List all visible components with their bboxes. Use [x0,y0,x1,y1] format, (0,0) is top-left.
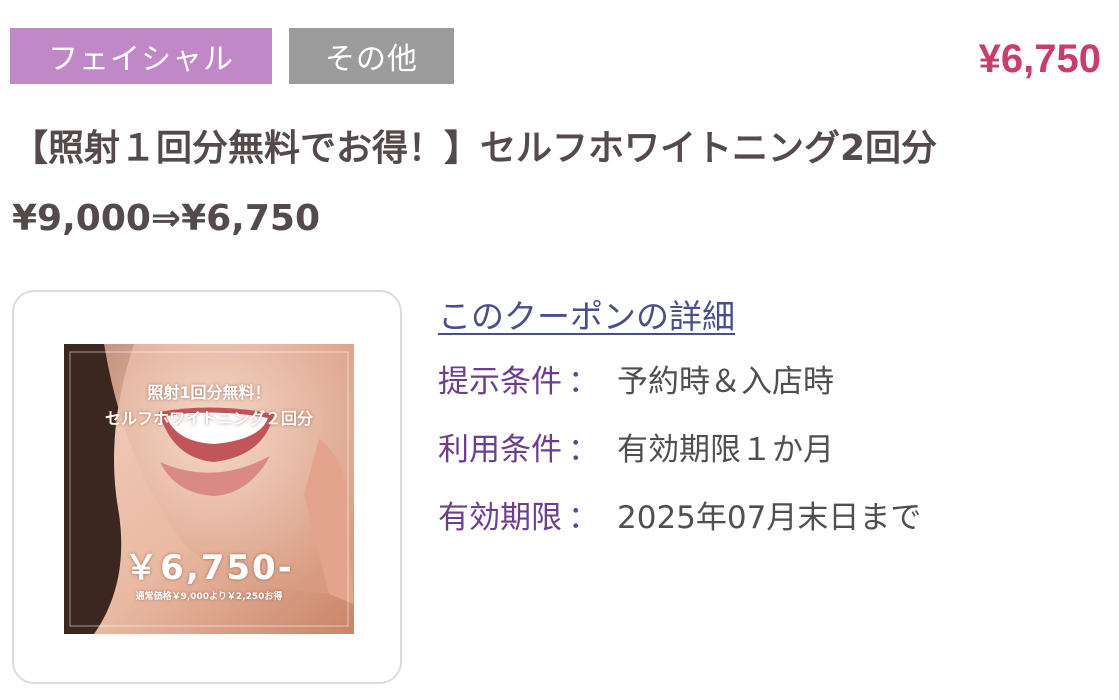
category-tag-other: その他 [289,28,454,84]
coupon-image-price: ￥6,750- [124,548,294,588]
detail-separator: ： [568,499,599,536]
coupon-card: フェイシャル その他 ¥6,750 【照射１回分無料でお得！】セルフホワイトニン… [0,0,1119,700]
detail-row-expiry: 有効期限 ： 2025年07月末日まで [438,480,1098,548]
category-tag-facial: フェイシャル [10,28,272,84]
detail-separator: ： [568,431,599,468]
coupon-image-headline: 照射1回分無料！ セルフホワイトニング２回分 [64,380,354,432]
coupon-price: ¥6,750 [978,37,1101,81]
detail-value: 予約時＆入店時 [617,363,834,400]
coupon-image-headline-line1: 照射1回分無料！ [147,383,271,402]
detail-value: 2025年07月末日まで [617,499,922,536]
detail-label: 有効期限 [438,499,562,536]
coupon-image-frame: 照射1回分無料！ セルフホワイトニング２回分 ￥6,750- 通常価格￥9,00… [12,290,402,684]
coupon-image-note: 通常価格￥9,000より￥2,250お得 [135,592,283,602]
coupon-details-link[interactable]: このクーポンの詳細 [438,290,735,344]
coupon-details: このクーポンの詳細 提示条件 ： 予約時＆入店時 利用条件 ： 有効期限１か月 … [438,290,1098,548]
detail-row-usage: 利用条件 ： 有効期限１か月 [438,412,1098,480]
coupon-title: 【照射１回分無料でお得！】セルフホワイトニング2回分 ¥9,000⇒¥6,750 [12,128,938,239]
detail-label: 利用条件 [438,431,562,468]
coupon-image-headline-line2: セルフホワイトニング２回分 [104,409,313,428]
detail-separator: ： [568,363,599,400]
detail-value: 有効期限１か月 [617,431,834,468]
detail-label: 提示条件 [438,363,562,400]
coupon-image[interactable]: 照射1回分無料！ セルフホワイトニング２回分 ￥6,750- 通常価格￥9,00… [64,344,354,634]
detail-row-presentation: 提示条件 ： 予約時＆入店時 [438,344,1098,412]
